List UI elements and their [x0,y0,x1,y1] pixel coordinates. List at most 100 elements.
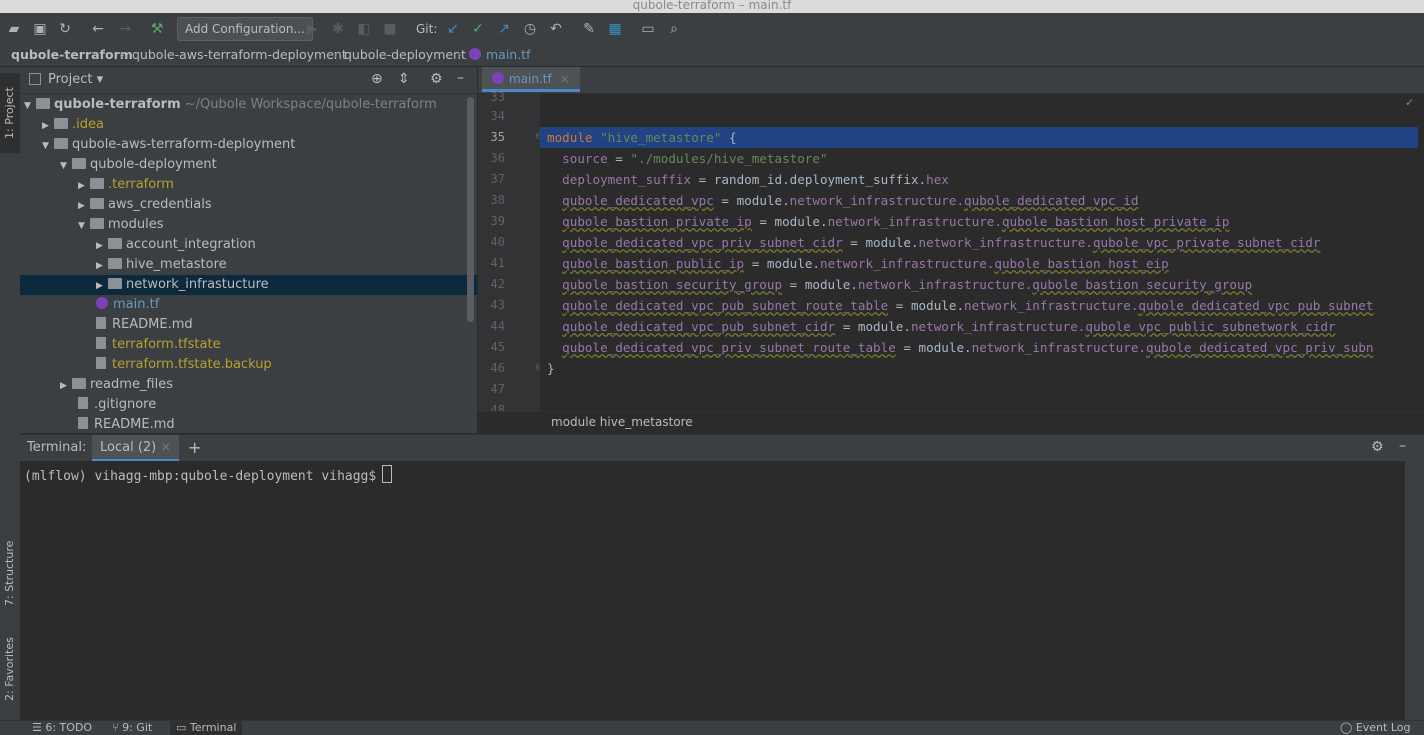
breadcrumb-item[interactable]: main.tf [469,44,531,66]
git-push-icon[interactable]: ↗ [495,20,513,38]
collapsed-arrow-icon: ▶ [60,381,67,391]
file-icon [96,357,106,369]
git-tool-button[interactable]: ⑂ 9: Git [112,721,152,735]
close-icon[interactable]: × [560,72,570,86]
git-commit-icon[interactable]: ✓ [469,20,487,38]
code-line: } [547,361,555,376]
tree-item[interactable]: ▼ qubole-aws-terraform-deployment [20,135,477,155]
debug-icon[interactable]: ✱ [329,20,347,38]
structure-tool-tab[interactable]: 7: Structure [0,533,20,613]
terminal-output[interactable]: (mlflow) vihagg-mbp:qubole-deployment vi… [20,461,1405,720]
tree-item[interactable]: terraform.tfstate.backup [20,355,477,375]
code-editor[interactable]: module "hive_metastore" { source = "./mo… [540,94,1418,411]
history-icon[interactable]: ◷ [521,20,539,38]
expanded-arrow-icon: ▼ [78,221,85,231]
terraform-file-icon [96,297,108,309]
file-icon [96,337,106,349]
gear-icon[interactable]: ⚙ [430,71,443,87]
line-number: 36 [490,151,505,165]
tree-item[interactable]: ▶ aws_credentials [20,195,477,215]
window-title-bar: qubole-terraform – main.tf [0,0,1424,13]
project-structure-icon[interactable]: ▦ [606,20,624,38]
run-icon[interactable]: ▶ [303,20,321,38]
gear-icon[interactable]: ⚙ [1371,439,1384,455]
build-hammer-icon[interactable]: ⚒ [148,20,166,38]
folder-icon [90,198,104,209]
line-number: 41 [490,256,505,270]
breadcrumb-separator: › [120,47,125,62]
terraform-file-icon [492,72,504,84]
left-tool-strip: 1: Project 7: Structure 2: Favorites [0,67,21,720]
editor-scrollbar[interactable] [1418,94,1424,411]
project-tree: ▼ qubole-terraform ~/Qubole Workspace/qub… [20,94,477,433]
todo-tool-button[interactable]: ☰ 6: TODO [32,721,92,735]
forward-icon[interactable]: → [116,20,134,38]
tree-item[interactable]: ▶ .idea [20,115,477,135]
tree-item[interactable]: ▼ qubole-deployment [20,155,477,175]
search-icon[interactable]: ⌕ [665,20,683,38]
tree-item[interactable]: README.md [20,415,477,433]
open-folder-icon[interactable]: ▰ [5,20,23,38]
collapsed-arrow-icon: ▶ [96,281,103,291]
code-line: module "hive_metastore" { [547,130,737,145]
terminal-prompt-line[interactable]: (mlflow) vihagg-mbp:qubole-deployment vi… [24,465,393,484]
coverage-icon[interactable]: ◧ [355,20,373,38]
line-number: 40 [490,235,505,249]
breadcrumb-item[interactable]: qubole-deployment [344,44,466,66]
code-line: deployment_suffix = random_id.deployment… [562,172,949,187]
collapsed-arrow-icon: ▶ [42,121,49,131]
code-line: source = "./modules/hive_metastore" [562,151,828,166]
hide-panel-icon[interactable]: – [457,70,464,86]
line-number: 38 [490,193,505,207]
terminal-tool-button[interactable]: ▭ Terminal [170,721,243,735]
tree-item[interactable]: .gitignore [20,395,477,415]
tree-scrollbar[interactable] [467,97,474,322]
project-tool-tab[interactable]: 1: Project [0,73,20,153]
favorites-tool-tab[interactable]: 2: Favorites [0,629,20,709]
revert-icon[interactable]: ↶ [547,20,565,38]
collapsed-arrow-icon: ▶ [96,241,103,251]
markdown-file-icon [96,317,106,329]
sync-icon[interactable]: ↻ [56,20,74,38]
locate-file-icon[interactable]: ⊕ [371,71,383,87]
tab-local-2[interactable]: Local (2) × [92,435,180,461]
line-number: 35 [490,130,505,144]
tree-item[interactable]: ▶ readme_files [20,375,477,395]
terminal-scrollbar[interactable] [1405,461,1424,720]
collapse-all-icon[interactable]: ⇕ [398,71,410,87]
tree-item[interactable]: ▶ .terraform [20,175,477,195]
git-update-icon[interactable]: ↙ [444,20,462,38]
tree-item[interactable]: README.md [20,315,477,335]
code-line: qubole_dedicated_vpc = module.network_in… [562,193,1139,208]
tree-item[interactable]: ▶ hive_metastore [20,255,477,275]
line-number: 39 [490,214,505,228]
save-icon[interactable]: ▣ [31,20,49,38]
breadcrumb-item[interactable]: qubole-aws-terraform-deployment [132,44,347,66]
back-icon[interactable]: ← [89,20,107,38]
tree-root[interactable]: ▼ qubole-terraform ~/Qubole Workspace/qub… [20,95,472,115]
folder-icon [108,238,122,249]
breadcrumb-item[interactable]: qubole-terraform [11,44,133,66]
editor-footer-breadcrumb[interactable]: module hive_metastore [551,415,693,429]
status-bar: ☰ 6: TODO ⑂ 9: Git ▭ Terminal ◯ Event Lo… [0,720,1424,735]
add-configuration-button[interactable]: Add Configuration... [177,17,313,41]
main-toolbar: ▰ ▣ ↻ ← → ⚒ Add Configuration... ▶ ✱ ◧ ■… [0,13,1424,45]
close-icon[interactable]: × [160,440,171,455]
stop-icon[interactable]: ■ [381,20,399,38]
tree-item[interactable]: ▶ account_integration [20,235,477,255]
terminal-icon[interactable]: ▭ [639,20,657,38]
add-terminal-button[interactable]: + [188,438,201,457]
hide-panel-icon[interactable]: – [1399,438,1406,454]
project-panel-title[interactable]: Project ▾ [48,72,103,87]
settings-wrench-icon[interactable]: ✎ [580,20,598,38]
collapsed-arrow-icon: ▶ [78,181,85,191]
tree-item[interactable]: terraform.tfstate [20,335,477,355]
line-number: 44 [490,319,505,333]
tree-item[interactable]: ▼ modules [20,215,477,235]
code-line: qubole_dedicated_vpc_priv_subnet_route_t… [562,340,1374,355]
tree-item-selected[interactable]: ▶ network_infrastucture [20,275,477,295]
tree-item[interactable]: main.tf [20,295,477,315]
event-log-button[interactable]: ◯ Event Log [1340,721,1410,735]
inspection-ok-icon[interactable]: ✓ [1405,96,1414,109]
project-panel-header: Project ▾ ⊕ ⇕ ⚙ – [20,67,477,94]
